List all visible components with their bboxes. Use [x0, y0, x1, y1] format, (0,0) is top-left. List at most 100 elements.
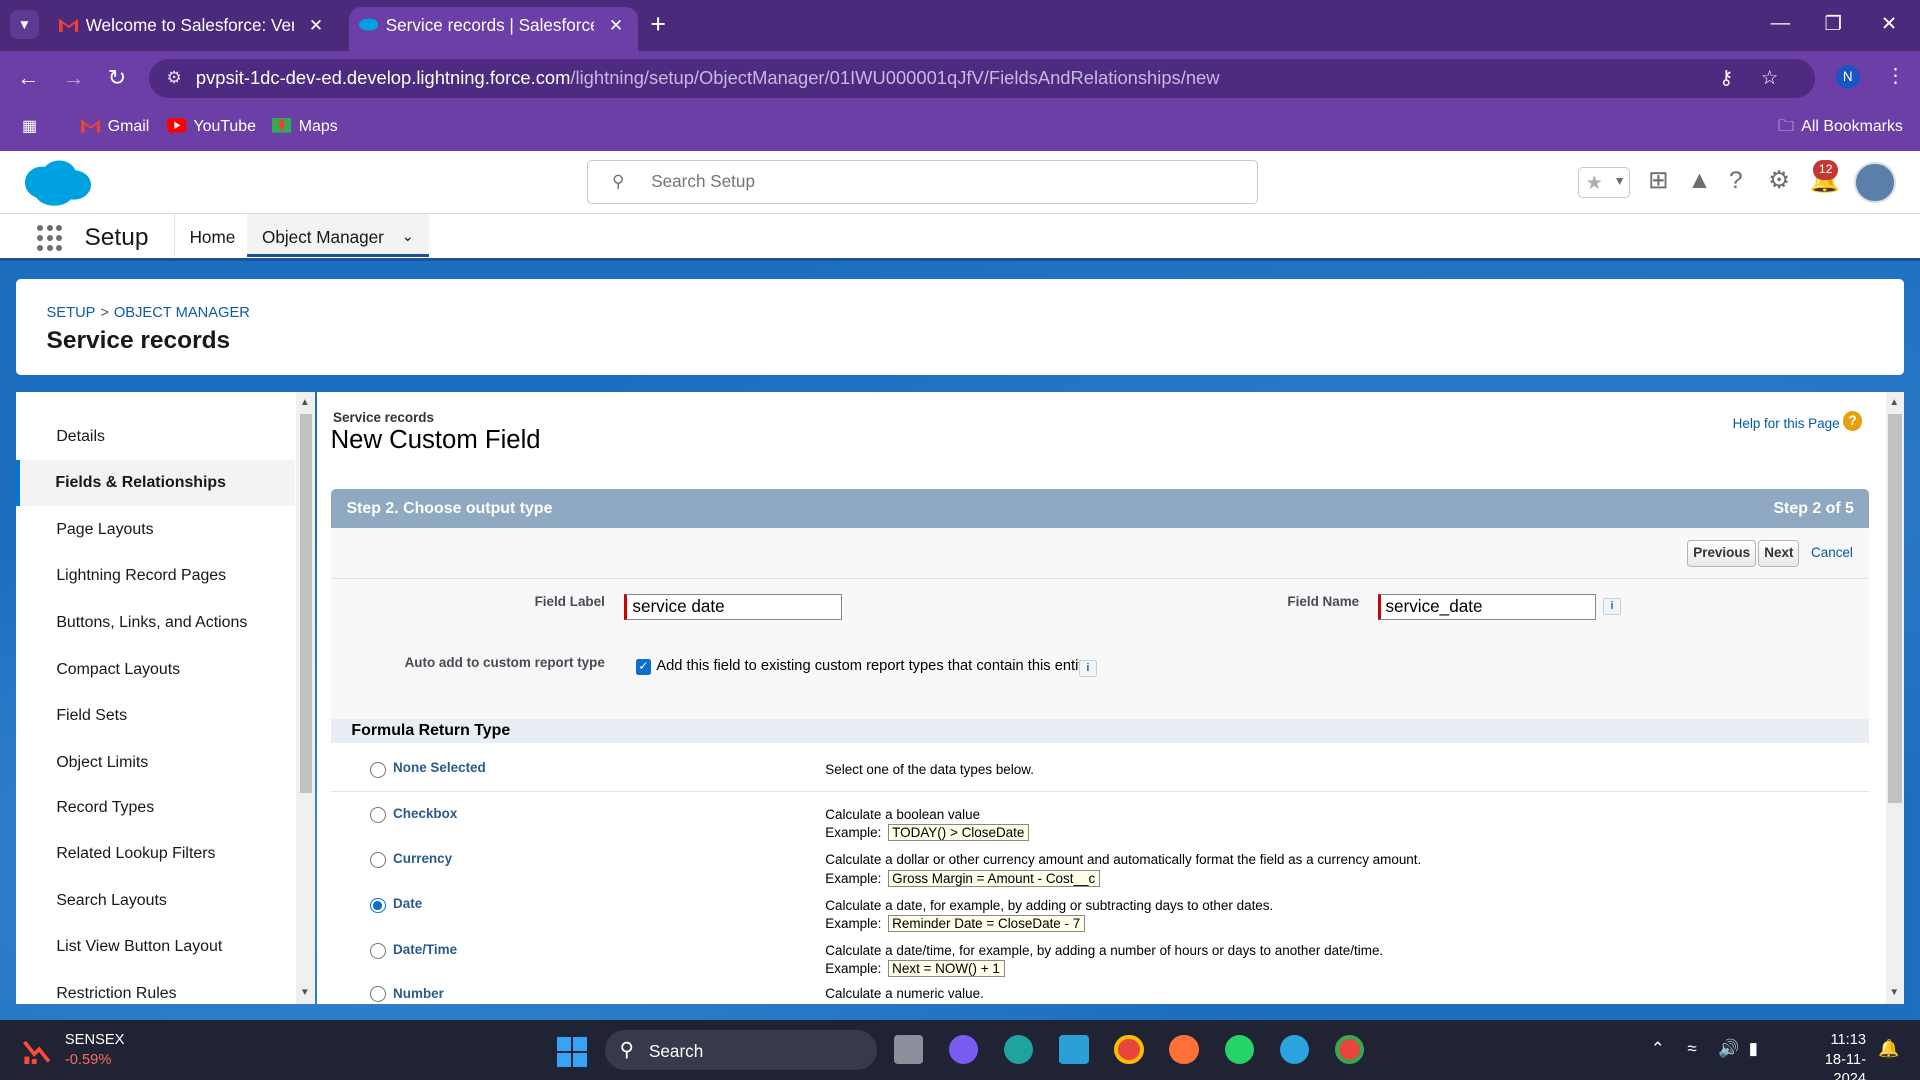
sidebar-item-restriction-rules[interactable]: Restriction Rules: [16, 971, 295, 1004]
tab-title: Welcome to Salesforce: Verify y: [85, 15, 294, 36]
scroll-up-icon[interactable]: ▲: [1889, 397, 1899, 408]
url-field[interactable]: ⚙ pvpsit-1dc-dev-ed.develop.lightning.fo…: [149, 58, 1815, 98]
telegram-icon[interactable]: [1279, 1034, 1309, 1065]
bookmark-gmail[interactable]: Gmail: [80, 116, 149, 138]
main-scrollbar[interactable]: ▲ ▼: [1885, 391, 1905, 1005]
radio-currency[interactable]: [369, 852, 386, 869]
volume-icon[interactable]: 🔊: [1718, 1038, 1739, 1059]
all-bookmarks-button[interactable]: 🗀 All Bookmarks: [1778, 116, 1903, 138]
tab-gmail[interactable]: Welcome to Salesforce: Verify y ✕: [49, 7, 338, 51]
breadcrumb-setup[interactable]: SETUP: [47, 305, 96, 321]
scroll-down-icon[interactable]: ▼: [1889, 987, 1899, 998]
scrollbar-thumb[interactable]: [299, 413, 313, 794]
sidebar-item-fields-relationships[interactable]: Fields & Relationships: [15, 460, 296, 506]
sidebar-item-page-layouts[interactable]: Page Layouts: [16, 507, 295, 552]
option-label[interactable]: Checkbox: [393, 806, 457, 821]
help-icon[interactable]: ?: [1842, 411, 1863, 431]
gear-icon[interactable]: ⚙: [1768, 167, 1790, 195]
bookmark-youtube[interactable]: YouTube: [166, 116, 256, 138]
sidebar-item-record-types[interactable]: Record Types: [16, 785, 295, 830]
chrome-menu-icon[interactable]: ⋮: [1886, 64, 1906, 88]
sidebar-scrollbar[interactable]: ▲ ▼: [296, 391, 315, 1005]
wifi-icon[interactable]: ≈: [1687, 1038, 1696, 1059]
sidebar-item-field-sets[interactable]: Field Sets: [16, 693, 295, 738]
back-button[interactable]: ←: [17, 65, 39, 90]
firefox-icon[interactable]: [1169, 1034, 1199, 1065]
copilot-icon[interactable]: [948, 1034, 979, 1065]
sidebar-item-object-limits[interactable]: Object Limits: [16, 740, 295, 785]
close-icon[interactable]: ✕: [309, 7, 323, 44]
forward-button[interactable]: →: [62, 65, 84, 90]
user-avatar[interactable]: [1853, 161, 1896, 204]
scrollbar-thumb[interactable]: [1888, 413, 1902, 804]
sidebar-item-buttons-links-actions[interactable]: Buttons, Links, and Actions: [16, 600, 295, 645]
favorites-control[interactable]: ★ ▼: [1578, 166, 1630, 199]
trailhead-icon[interactable]: ▲: [1687, 167, 1711, 195]
cancel-link[interactable]: Cancel: [1811, 545, 1853, 560]
global-actions-icon[interactable]: ⊞: [1648, 167, 1669, 195]
nav-object-manager[interactable]: Object Manager ⌄: [247, 214, 429, 258]
option-label[interactable]: None Selected: [393, 760, 486, 775]
bookmark-maps[interactable]: Maps: [271, 116, 338, 138]
window-close-button[interactable]: ✕: [1881, 12, 1897, 36]
next-button[interactable]: Next: [1758, 539, 1800, 567]
info-icon[interactable]: i: [1078, 659, 1098, 678]
sidebar-item-search-layouts[interactable]: Search Layouts: [16, 878, 295, 923]
site-info-icon[interactable]: ⚙: [167, 67, 182, 88]
tab-salesforce[interactable]: Service records | Salesforce ✕: [348, 7, 638, 52]
sidebar-item-list-view-button-layout[interactable]: List View Button Layout: [16, 924, 295, 969]
info-icon[interactable]: i: [1602, 597, 1622, 615]
field-name-input[interactable]: [1377, 593, 1596, 620]
app-launcher-icon[interactable]: [36, 225, 64, 252]
help-link[interactable]: Help for this Page: [1733, 416, 1840, 431]
apps-grid-icon[interactable]: ▦: [22, 116, 37, 138]
sidebar-item-compact-layouts[interactable]: Compact Layouts: [16, 647, 295, 692]
previous-button[interactable]: Previous: [1687, 539, 1756, 567]
chevron-up-icon[interactable]: ⌃: [1651, 1038, 1665, 1059]
nav-home[interactable]: Home: [173, 214, 250, 258]
reload-button[interactable]: ↻: [108, 65, 126, 90]
option-label[interactable]: Number: [393, 986, 444, 1001]
scroll-down-icon[interactable]: ▼: [300, 987, 310, 998]
notifications-icon[interactable]: 🔔: [1878, 1038, 1899, 1059]
chrome-icon[interactable]: [1114, 1034, 1144, 1065]
option-label[interactable]: Date: [393, 896, 422, 911]
help-icon[interactable]: ?: [1729, 167, 1743, 195]
radio-number[interactable]: [369, 985, 386, 1002]
radio-checkbox[interactable]: [369, 806, 386, 823]
sidebar-item-details[interactable]: Details: [16, 414, 295, 459]
password-key-icon[interactable]: ⚷: [1719, 66, 1733, 90]
taskbar-search[interactable]: ⚲ Search: [604, 1029, 877, 1071]
new-tab-button[interactable]: +: [650, 9, 666, 39]
scroll-up-icon[interactable]: ▲: [300, 397, 310, 408]
system-clock[interactable]: 11:13 18-11-2024: [1810, 1031, 1866, 1080]
option-example: Example: Reminder Date = CloseDate - 7: [825, 914, 1085, 932]
chevron-down-icon[interactable]: ⌄: [402, 214, 414, 261]
profile-avatar[interactable]: N: [1835, 64, 1860, 90]
windows-start-icon[interactable]: [557, 1037, 587, 1067]
radio-none-selected[interactable]: [369, 761, 386, 778]
radio-date[interactable]: [369, 897, 386, 914]
edge-icon[interactable]: [1004, 1034, 1034, 1065]
battery-icon[interactable]: ▮: [1749, 1038, 1758, 1059]
salesforce-logo[interactable]: [20, 158, 93, 207]
sidebar-item-lightning-record-pages[interactable]: Lightning Record Pages: [16, 553, 295, 598]
tab-search-button[interactable]: ▼: [9, 9, 40, 40]
close-icon[interactable]: ✕: [609, 7, 623, 44]
desktop-icon[interactable]: [1059, 1034, 1089, 1065]
radio-datetime[interactable]: [369, 942, 386, 959]
search-input[interactable]: [651, 171, 1239, 193]
field-label-input[interactable]: [624, 593, 843, 620]
restore-button[interactable]: ❐: [1825, 12, 1843, 36]
setup-search[interactable]: ⚲: [586, 160, 1258, 205]
whatsapp-icon[interactable]: [1224, 1034, 1254, 1065]
sidebar-item-related-lookup-filters[interactable]: Related Lookup Filters: [16, 831, 295, 876]
breadcrumb-object-manager[interactable]: OBJECT MANAGER: [114, 305, 250, 321]
chrome-profile-icon[interactable]: [1334, 1034, 1365, 1065]
task-view-icon[interactable]: [893, 1034, 924, 1065]
bookmark-star-icon[interactable]: ☆: [1761, 66, 1779, 90]
option-label[interactable]: Currency: [393, 851, 452, 866]
minimize-button[interactable]: —: [1771, 12, 1791, 35]
auto-add-checkbox[interactable]: ✓: [635, 658, 652, 675]
option-label[interactable]: Date/Time: [393, 942, 457, 957]
